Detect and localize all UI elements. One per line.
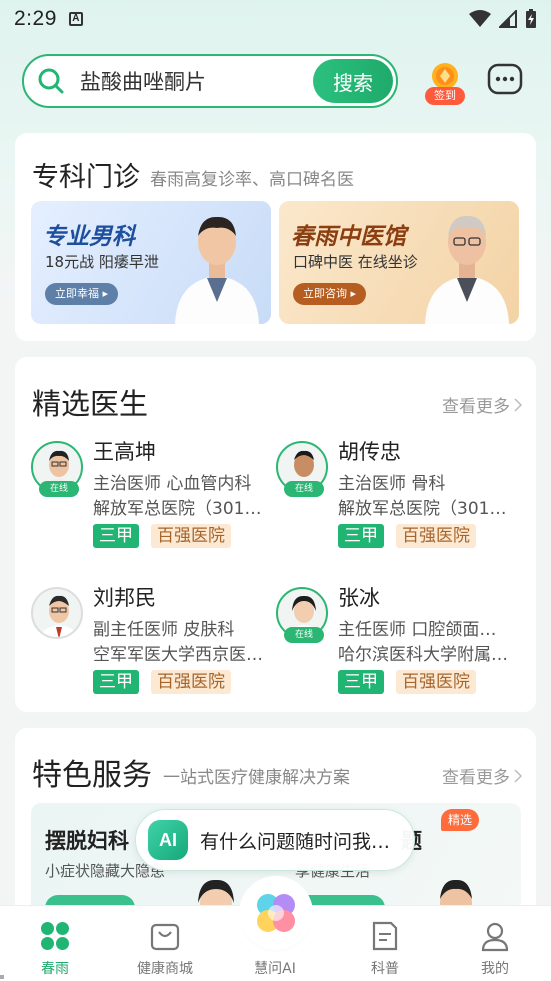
checkin-button[interactable]: 签到 [425, 61, 465, 105]
tag-grade: 三甲 [93, 670, 139, 694]
doctor-name: 王高坤 [93, 440, 156, 464]
tab-home[interactable]: 春雨 [10, 920, 100, 978]
specialty-subtitle: 春雨高复诊率、高口碑名医 [150, 170, 354, 190]
doctor-name: 胡传忠 [338, 440, 401, 464]
banner-tcm-clinic[interactable]: 春雨中医馆 口碑中医 在线坐诊 立即咨询 ▸ [279, 201, 519, 324]
user-icon [481, 922, 509, 952]
search-icon [38, 68, 64, 94]
search-bar[interactable]: 盐酸曲唑酮片 搜索 [22, 54, 398, 108]
doctors-more-link[interactable]: 查看更多 [442, 392, 522, 417]
ai-logo-icon: AI [148, 820, 188, 860]
chevron-right-icon [514, 397, 522, 412]
doctor-title: 主治医师 骨科 [338, 474, 446, 494]
doctors-title: 精选医生 [32, 387, 149, 421]
tag-top-hospital: 百强医院 [396, 670, 476, 694]
tag-top-hospital: 百强医院 [151, 524, 231, 548]
tab-health-mall[interactable]: 健康商城 [120, 920, 210, 978]
status-icons [469, 9, 537, 29]
doctor-title: 副主任医师 皮肤科 [93, 620, 235, 640]
services-title: 特色服务 [32, 758, 152, 793]
doctor-card[interactable]: 刘邦民 副主任医师 皮肤科 空军军医大学西京医… 三甲 百强医院 [31, 586, 271, 707]
featured-doctors-card: 精选医生 查看更多 在线 王高坤 主治医师 心血管内科 解放军总医院（301… … [15, 357, 536, 712]
banner-subtitle: 18元战 阳痿早泄 [45, 253, 159, 271]
doctor-name: 张冰 [338, 586, 380, 610]
tab-label: 春雨 [41, 961, 69, 977]
top-bar: 盐酸曲唑酮片 搜索 签到 [22, 53, 537, 109]
status-time: 2:29 [14, 7, 57, 30]
more-label: 查看更多 [442, 397, 510, 417]
tag-top-hospital: 百强医院 [151, 670, 231, 694]
banner-subtitle: 口碑中医 在线坐诊 [293, 253, 418, 271]
tag-grade: 三甲 [338, 670, 384, 694]
tab-profile[interactable]: 我的 [450, 920, 540, 978]
tab-label: 慧问AI [254, 961, 296, 977]
wifi-icon [469, 10, 491, 27]
tag-grade: 三甲 [338, 524, 384, 548]
clover-icon [41, 922, 69, 950]
ai-assistant-prompt[interactable]: AI 有什么问题随时问我… [135, 809, 415, 871]
doctor-hospital: 哈尔滨医科大学附属… [338, 645, 508, 665]
banner-cta-button[interactable]: 立即幸福 ▸ [45, 283, 119, 305]
doctor-hospital: 解放军总医院（301… [338, 499, 507, 519]
search-button[interactable]: 搜索 [313, 59, 393, 103]
chat-bubble-icon [487, 63, 523, 95]
tab-science[interactable]: 科普 [340, 920, 430, 978]
doctor-card[interactable]: 在线 胡传忠 主治医师 骨科 解放军总医院（301… 三甲 百强医院 [276, 440, 516, 561]
ai-orb-icon [257, 894, 295, 932]
ai-orb-button[interactable] [243, 880, 309, 946]
tab-label: 我的 [481, 961, 509, 977]
chevron-right-icon [514, 768, 522, 783]
doctor-card[interactable]: 在线 张冰 主任医师 口腔颌面… 哈尔滨医科大学附属… 三甲 百强医院 [276, 586, 516, 707]
more-label: 查看更多 [442, 768, 510, 788]
doctor-hospital: 空军军医大学西京医… [93, 645, 263, 665]
tag-top-hospital: 百强医院 [396, 524, 476, 548]
edge-marker [0, 975, 4, 979]
banner-male-clinic[interactable]: 专业男科 18元战 阳痿早泄 立即幸福 ▸ [31, 201, 271, 324]
battery-icon [526, 9, 536, 28]
online-badge: 在线 [284, 627, 324, 643]
specialty-clinic-card: 专科门诊 春雨高复诊率、高口碑名医 专业男科 18元战 阳痿早泄 立即幸福 ▸ … [15, 133, 536, 341]
service-title: 摆脱妇科 [45, 829, 129, 853]
message-button[interactable] [487, 63, 523, 97]
banner-cta-button[interactable]: 立即咨询 ▸ [293, 283, 367, 305]
doctor-title: 主治医师 心血管内科 [93, 474, 252, 494]
specialty-title: 专科门诊 [32, 162, 140, 193]
doctor-hospital: 解放军总医院（301… [93, 499, 262, 519]
tab-label: 科普 [371, 961, 399, 977]
banner-title: 专业男科 [43, 224, 135, 250]
status-bar: 2:29 A [0, 0, 551, 38]
search-input[interactable]: 盐酸曲唑酮片 [80, 66, 206, 96]
shopping-bag-icon [150, 923, 180, 951]
avatar [31, 587, 83, 639]
notification-a-icon: A [68, 12, 83, 26]
featured-badge: 精选 [441, 809, 480, 831]
online-badge: 在线 [284, 481, 324, 497]
ai-prompt-text: 有什么问题随时问我… [200, 830, 391, 853]
doctor-card[interactable]: 在线 王高坤 主治医师 心血管内科 解放军总医院（301… 三甲 百强医院 [31, 440, 271, 561]
tab-ai[interactable]: 慧问AI [230, 952, 320, 978]
checkin-label: 签到 [425, 87, 465, 105]
tab-label: 健康商城 [137, 961, 193, 977]
banner-title: 春雨中医馆 [291, 224, 406, 250]
doctor-name: 刘邦民 [93, 586, 156, 610]
signal-icon [499, 10, 517, 28]
services-more-link[interactable]: 查看更多 [442, 763, 522, 788]
article-icon [372, 921, 398, 951]
doctor-title: 主任医师 口腔颌面… [338, 620, 497, 640]
tag-grade: 三甲 [93, 524, 139, 548]
doctor-illustration [175, 216, 259, 324]
services-subtitle: 一站式医疗健康解决方案 [163, 768, 350, 788]
doctor-illustration [425, 215, 509, 324]
online-badge: 在线 [39, 481, 79, 497]
